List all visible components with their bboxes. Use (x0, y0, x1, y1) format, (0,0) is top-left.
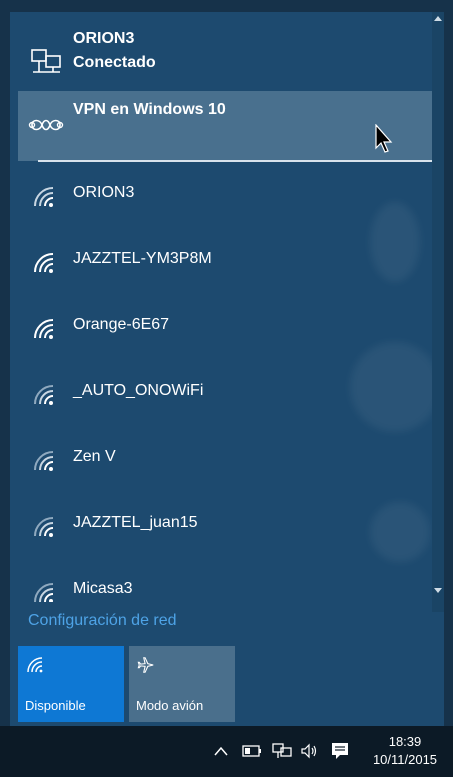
chevron-up-icon[interactable] (214, 746, 228, 756)
mouse-cursor-icon (375, 124, 393, 153)
network-icon[interactable] (272, 743, 292, 759)
vpn-item[interactable]: VPN en Windows 10 (18, 91, 432, 161)
ethernet-icon (31, 49, 61, 73)
wifi-ssid: JAZZTEL-YM3P8M (73, 250, 212, 267)
wifi-network-item[interactable]: JAZZTEL-YM3P8M (18, 228, 432, 294)
volume-icon[interactable] (300, 743, 320, 759)
scrollbar[interactable] (432, 12, 444, 612)
wifi-toggle-tile[interactable]: Disponible (18, 646, 124, 722)
wifi-icon (34, 385, 54, 405)
battery-icon[interactable] (242, 745, 262, 757)
scroll-up-icon[interactable] (434, 16, 442, 21)
taskbar: 18:39 10/11/2015 (0, 726, 453, 777)
network-flyout: ORION3 Conectado VPN en Windows 10 ORION… (10, 12, 444, 726)
wifi-ssid: Micasa3 (73, 580, 133, 597)
connected-network-name: ORION3 (73, 30, 135, 47)
wifi-network-item[interactable]: Orange-6E67 (18, 294, 432, 360)
taskbar-clock[interactable]: 18:39 10/11/2015 (360, 733, 450, 769)
wifi-icon (27, 657, 43, 673)
wifi-ssid: Orange-6E67 (73, 316, 170, 333)
wifi-tile-label: Disponible (25, 698, 86, 713)
wifi-network-item[interactable]: JAZZTEL_juan15 (18, 492, 432, 558)
wifi-network-item[interactable]: Micasa3 (18, 558, 432, 602)
vpn-label: VPN en Windows 10 (73, 101, 226, 118)
vpn-icon (28, 119, 64, 131)
wifi-ssid: Zen V (73, 448, 116, 465)
wifi-icon (34, 253, 54, 273)
airplane-icon (137, 657, 154, 673)
wifi-ssid: JAZZTEL_juan15 (73, 514, 198, 531)
wifi-network-item[interactable]: ORION3 (18, 162, 432, 228)
wifi-icon (34, 187, 54, 207)
wifi-icon (34, 517, 54, 537)
airplane-mode-tile[interactable]: Modo avión (129, 646, 235, 722)
wifi-ssid: _AUTO_ONOWiFi (73, 382, 204, 399)
airplane-tile-label: Modo avión (136, 698, 204, 713)
action-center-icon[interactable] (330, 741, 350, 761)
wifi-ssid: ORION3 (73, 184, 135, 201)
wifi-icon (34, 583, 54, 602)
clock-date: 10/11/2015 (372, 752, 438, 767)
connected-network[interactable]: ORION3 Conectado (18, 20, 432, 92)
wifi-icon (34, 451, 54, 471)
wifi-network-item[interactable]: _AUTO_ONOWiFi (18, 360, 432, 426)
scroll-down-icon[interactable] (434, 588, 442, 593)
network-settings-link[interactable]: Configuración de red (28, 612, 177, 630)
wifi-icon (34, 319, 54, 339)
connected-status: Conectado (73, 54, 156, 71)
clock-time: 18:39 (388, 734, 422, 749)
wifi-network-item[interactable]: Zen V (18, 426, 432, 492)
